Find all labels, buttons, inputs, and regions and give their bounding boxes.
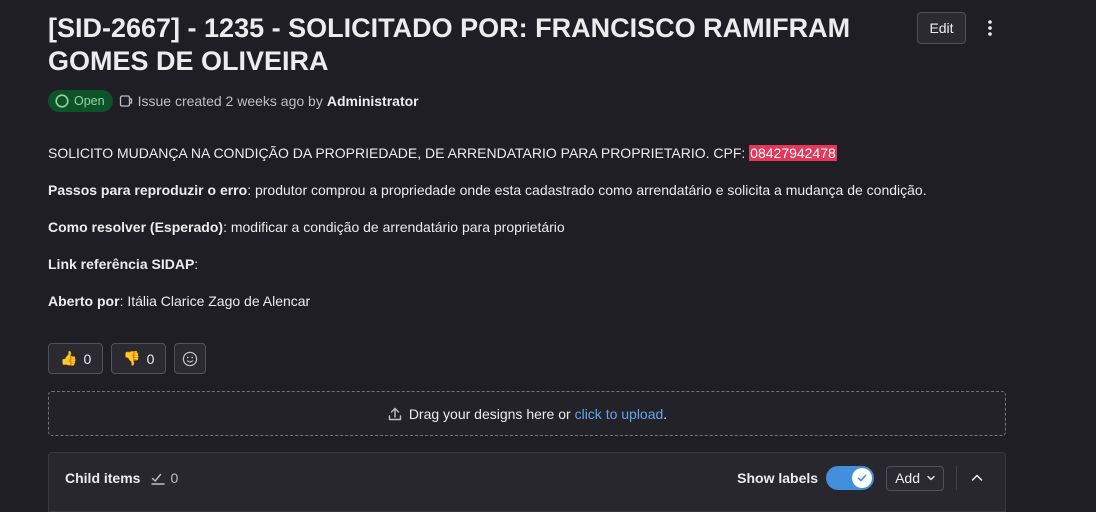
add-reaction-button[interactable]: [174, 343, 207, 374]
description-line-steps: Passos para reproduzir o erro: produtor …: [48, 180, 1028, 200]
link-text: :: [194, 256, 199, 272]
more-actions-button[interactable]: [977, 14, 1003, 42]
opened-label: Aberto por: [48, 293, 120, 309]
child-items-count: 0: [150, 470, 178, 486]
award-emoji-bar: 👍 0 👎 0: [48, 343, 207, 374]
edit-button[interactable]: Edit: [917, 12, 966, 44]
chevron-down-icon: [927, 475, 935, 481]
child-items-title: Child items: [65, 470, 141, 486]
collapse-child-items-button[interactable]: [965, 466, 989, 490]
header-divider: [956, 466, 957, 490]
thumbs-up-icon: 👍: [60, 350, 78, 366]
resolve-label: Como resolver (Esperado): [48, 219, 224, 235]
description-line-link: Link referência SIDAP:: [48, 254, 1028, 274]
upload-link[interactable]: click to upload: [575, 406, 664, 422]
opened-text: : Itália Clarice Zago de Alencar: [119, 293, 311, 309]
thumbs-down-icon: 👎: [123, 350, 141, 366]
cpf-value: 08427942478: [749, 145, 837, 161]
author-link[interactable]: Administrator: [327, 93, 419, 109]
issue-title: [SID-2667] - 1235 - SOLICITADO POR: FRAN…: [48, 13, 851, 76]
smiley-icon: [183, 351, 198, 366]
dropzone-text: Drag your designs here or: [408, 405, 575, 422]
link-label: Link referência SIDAP: [48, 256, 195, 272]
child-items-panel: Child items 0 Show labels Add: [48, 452, 1006, 512]
request-text: SOLICITO MUDANÇA NA CONDIÇÃO DA PROPRIED…: [48, 145, 750, 161]
status-badge: Open: [48, 90, 113, 112]
created-text: Issue created 2 weeks ago by: [137, 93, 323, 109]
upload-icon: [388, 407, 402, 420]
description-line-request: SOLICITO MUDANÇA NA CONDIÇÃO DA PROPRIED…: [48, 143, 1028, 163]
add-child-button[interactable]: Add: [886, 465, 944, 491]
status-label: Open: [74, 94, 105, 108]
thumbs-down-button[interactable]: 👎 0: [111, 343, 167, 374]
issue-meta: Open Issue created 2 weeks ago by Admini…: [48, 89, 419, 113]
vertical-ellipsis-icon: [988, 20, 992, 36]
description-line-opened: Aberto por: Itália Clarice Zago de Alenc…: [48, 291, 1028, 311]
child-items-actions: Show labels Add: [737, 453, 989, 503]
issue-type-icon: [119, 94, 133, 108]
dropzone-suffix: .: [663, 405, 668, 422]
task-done-icon: [151, 473, 166, 485]
thumbs-down-count: 0: [146, 350, 155, 367]
show-labels-label: Show labels: [737, 470, 819, 486]
chevron-up-icon: [971, 474, 983, 481]
issue-description: SOLICITO MUDANÇA NA CONDIÇÃO DA PROPRIED…: [48, 143, 1028, 328]
check-icon: [857, 474, 867, 482]
toggle-knob: [852, 468, 873, 488]
child-items-header: Child items 0 Show labels Add: [49, 453, 1005, 503]
child-items-count-value: 0: [170, 470, 179, 486]
show-labels-toggle[interactable]: [826, 466, 875, 490]
steps-label: Passos para reproduzir o erro: [48, 182, 248, 198]
thumbs-up-button[interactable]: 👍 0: [48, 343, 104, 374]
description-line-resolve: Como resolver (Esperado): modificar a co…: [48, 217, 1028, 237]
add-child-label: Add: [895, 470, 920, 486]
thumbs-up-count: 0: [83, 350, 92, 367]
resolve-text: : modificar a condição de arrendatário p…: [223, 219, 565, 235]
issue-open-icon: [55, 94, 69, 108]
steps-text: : produtor comprou a propriedade onde es…: [247, 182, 927, 198]
design-dropzone[interactable]: Drag your designs here or click to uploa…: [48, 391, 1006, 436]
